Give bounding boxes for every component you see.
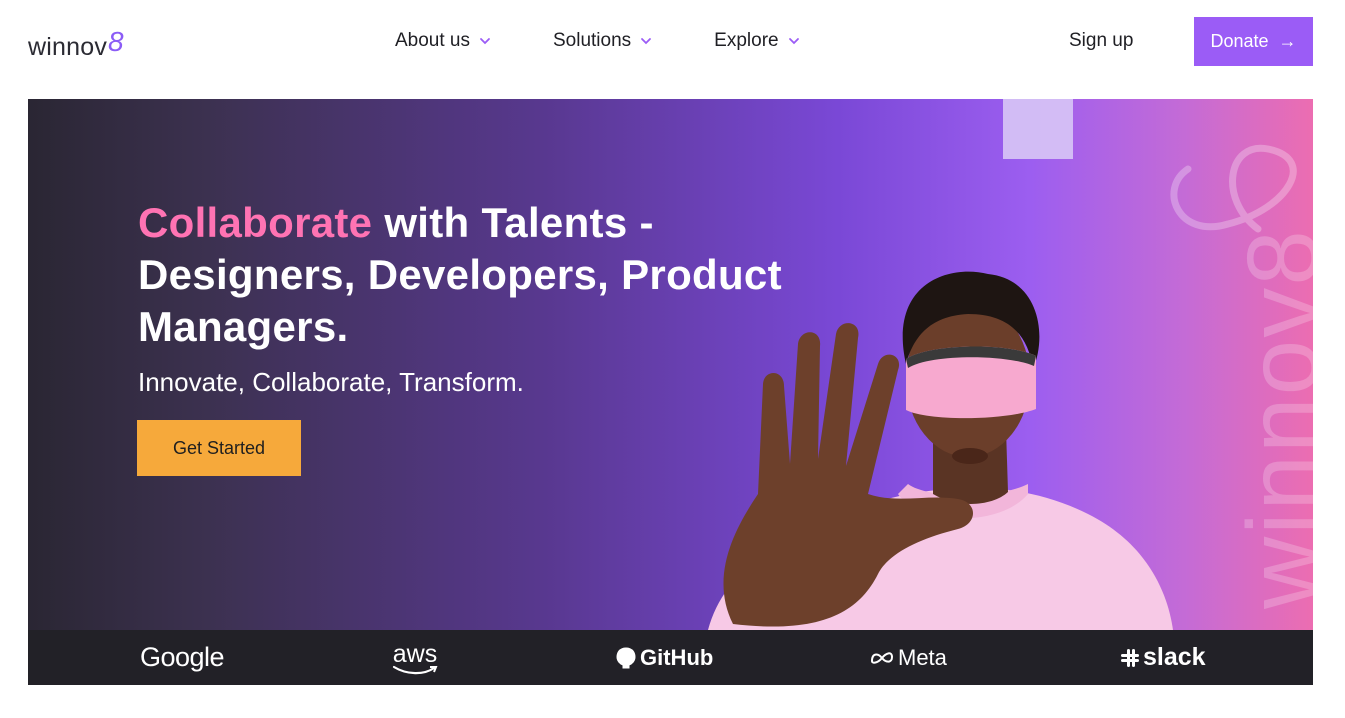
meta-infinity-icon bbox=[870, 651, 894, 664]
github-wordmark: GitHub bbox=[640, 644, 714, 670]
site-header: winnov 8 About us Solutions Explore Sign… bbox=[0, 0, 1345, 84]
get-started-button[interactable]: Get Started bbox=[137, 420, 301, 476]
chevron-down-icon bbox=[788, 38, 799, 45]
github-logo: GitHub bbox=[616, 630, 713, 685]
nav-item-explore[interactable]: Explore bbox=[714, 30, 799, 52]
hero-subtitle: Innovate, Collaborate, Transform. bbox=[138, 367, 524, 397]
hero-person-image bbox=[708, 271, 1173, 630]
partner-logos-bar: Google aws GitHub Meta slack bbox=[28, 630, 1313, 685]
slack-hash-icon bbox=[1121, 648, 1139, 667]
brand-watermark: winnov8 bbox=[1227, 228, 1313, 609]
aws-smile-icon bbox=[392, 665, 438, 675]
chevron-down-icon bbox=[480, 38, 490, 45]
nav-item-about-us[interactable]: About us bbox=[395, 30, 491, 52]
nav-item-label: Solutions bbox=[553, 30, 632, 51]
brand-mark: 8 bbox=[108, 26, 124, 57]
donate-label: Donate bbox=[1210, 31, 1269, 51]
aws-logo: aws bbox=[392, 630, 438, 685]
chevron-down-icon bbox=[641, 38, 652, 45]
slack-logo: slack bbox=[1120, 630, 1206, 685]
arrow-right-icon: → bbox=[1278, 31, 1297, 51]
meta-logo: Meta bbox=[870, 630, 947, 685]
github-octocat-icon bbox=[616, 646, 636, 668]
brand-logo[interactable]: winnov 8 bbox=[28, 26, 124, 60]
main-nav: About us Solutions Explore bbox=[395, 30, 862, 52]
slack-wordmark: slack bbox=[1143, 643, 1206, 671]
hero-banner: winnov8 Collaborate with Talents - Desig… bbox=[28, 99, 1313, 630]
headline-accent: Collaborate bbox=[138, 199, 373, 246]
google-logo: Google bbox=[140, 642, 225, 672]
donate-button[interactable]: Donate → bbox=[1194, 17, 1313, 66]
decorative-square bbox=[1003, 99, 1073, 159]
nav-item-solutions[interactable]: Solutions bbox=[553, 30, 652, 52]
sign-up-link[interactable]: Sign up bbox=[1069, 30, 1133, 52]
nav-item-label: Explore bbox=[714, 30, 779, 51]
nav-item-label: About us bbox=[395, 30, 470, 51]
headline-text-1: with Talents - bbox=[372, 199, 654, 246]
meta-wordmark: Meta bbox=[898, 644, 947, 670]
brand-name: winnov bbox=[28, 33, 108, 61]
